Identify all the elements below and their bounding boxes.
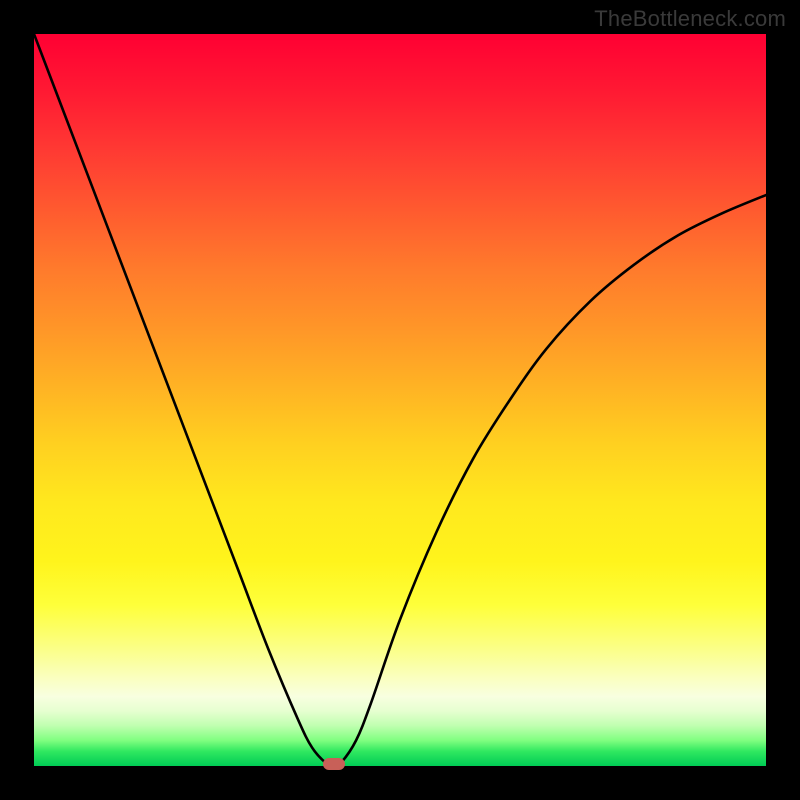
bottleneck-curve xyxy=(34,34,766,766)
plot-area xyxy=(34,34,766,766)
chart-frame: TheBottleneck.com xyxy=(0,0,800,800)
minimum-marker xyxy=(323,758,345,770)
attribution-text: TheBottleneck.com xyxy=(594,6,786,32)
